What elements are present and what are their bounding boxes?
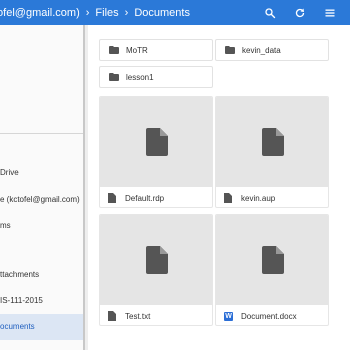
menu-icon[interactable] xyxy=(322,5,338,21)
sidebar-item-partial[interactable]: v xyxy=(0,340,83,350)
folder-name: lesson1 xyxy=(126,72,154,82)
sidebar-item-label: ms xyxy=(0,221,11,230)
breadcrumb-separator: › xyxy=(85,6,90,19)
file-card-document-docx[interactable]: W Document.docx xyxy=(215,214,329,326)
document-icon xyxy=(146,128,168,156)
sidebar-item-drive[interactable]: Drive xyxy=(0,160,83,186)
folder-card-motr[interactable]: MoTR xyxy=(99,39,213,61)
breadcrumb-separator: › xyxy=(124,6,129,19)
sidebar-item-label: IS-111-2015 xyxy=(0,296,43,305)
sidebar-item-attachments[interactable]: ttachments xyxy=(0,262,83,288)
folder-name: MoTR xyxy=(126,45,148,55)
sidebar: Drive e (kctofel@gmail.com) ms ttachment… xyxy=(0,25,85,350)
file-browser-main: MoTR kevin_data lesson1 Default.rdp kevi… xyxy=(88,25,350,350)
document-icon xyxy=(146,246,168,274)
file-thumbnail xyxy=(216,215,328,305)
sidebar-item-label: ocuments xyxy=(0,322,35,331)
file-icon xyxy=(108,193,116,203)
breadcrumb-account[interactable]: tofel@gmail.com) xyxy=(0,7,80,19)
folder-card-lesson1[interactable]: lesson1 xyxy=(99,66,213,88)
folder-icon xyxy=(109,46,119,54)
top-app-bar: tofel@gmail.com) › Files › Documents xyxy=(0,0,350,25)
sidebar-item-label: e (kctofel@gmail.com) xyxy=(0,195,80,204)
breadcrumb-documents[interactable]: Documents xyxy=(134,7,190,19)
search-icon[interactable] xyxy=(262,5,278,21)
file-name: Default.rdp xyxy=(125,193,165,203)
breadcrumb: tofel@gmail.com) › Files › Documents xyxy=(0,0,190,25)
word-doc-icon: W xyxy=(224,311,233,321)
sidebar-item-is-111-2015[interactable]: IS-111-2015 xyxy=(0,288,83,314)
file-name: kevin.aup xyxy=(241,193,276,203)
file-card-default-rdp[interactable]: Default.rdp xyxy=(99,96,213,208)
file-name: Document.docx xyxy=(241,311,297,321)
document-icon xyxy=(262,128,284,156)
file-thumbnail xyxy=(100,97,212,187)
folder-icon xyxy=(109,73,119,81)
folder-name: kevin_data xyxy=(242,45,281,55)
sidebar-item-label: ttachments xyxy=(0,270,40,279)
document-icon xyxy=(262,246,284,274)
file-name: Test.txt xyxy=(125,311,151,321)
sidebar-divider xyxy=(0,133,83,134)
folder-card-kevin-data[interactable]: kevin_data xyxy=(215,39,329,61)
file-card-kevin-aup[interactable]: kevin.aup xyxy=(215,96,329,208)
file-icon xyxy=(108,311,116,321)
file-icon xyxy=(224,193,232,203)
breadcrumb-files[interactable]: Files xyxy=(95,7,118,19)
sidebar-item-account[interactable]: e (kctofel@gmail.com) xyxy=(0,187,83,213)
refresh-icon[interactable] xyxy=(292,5,308,21)
sidebar-item-documents[interactable]: ocuments xyxy=(0,314,83,340)
file-thumbnail xyxy=(216,97,328,187)
file-card-test-txt[interactable]: Test.txt xyxy=(99,214,213,326)
sidebar-item-label: Drive xyxy=(0,168,19,177)
file-thumbnail xyxy=(100,215,212,305)
sidebar-item-items[interactable]: ms xyxy=(0,213,83,239)
folder-icon xyxy=(225,46,235,54)
